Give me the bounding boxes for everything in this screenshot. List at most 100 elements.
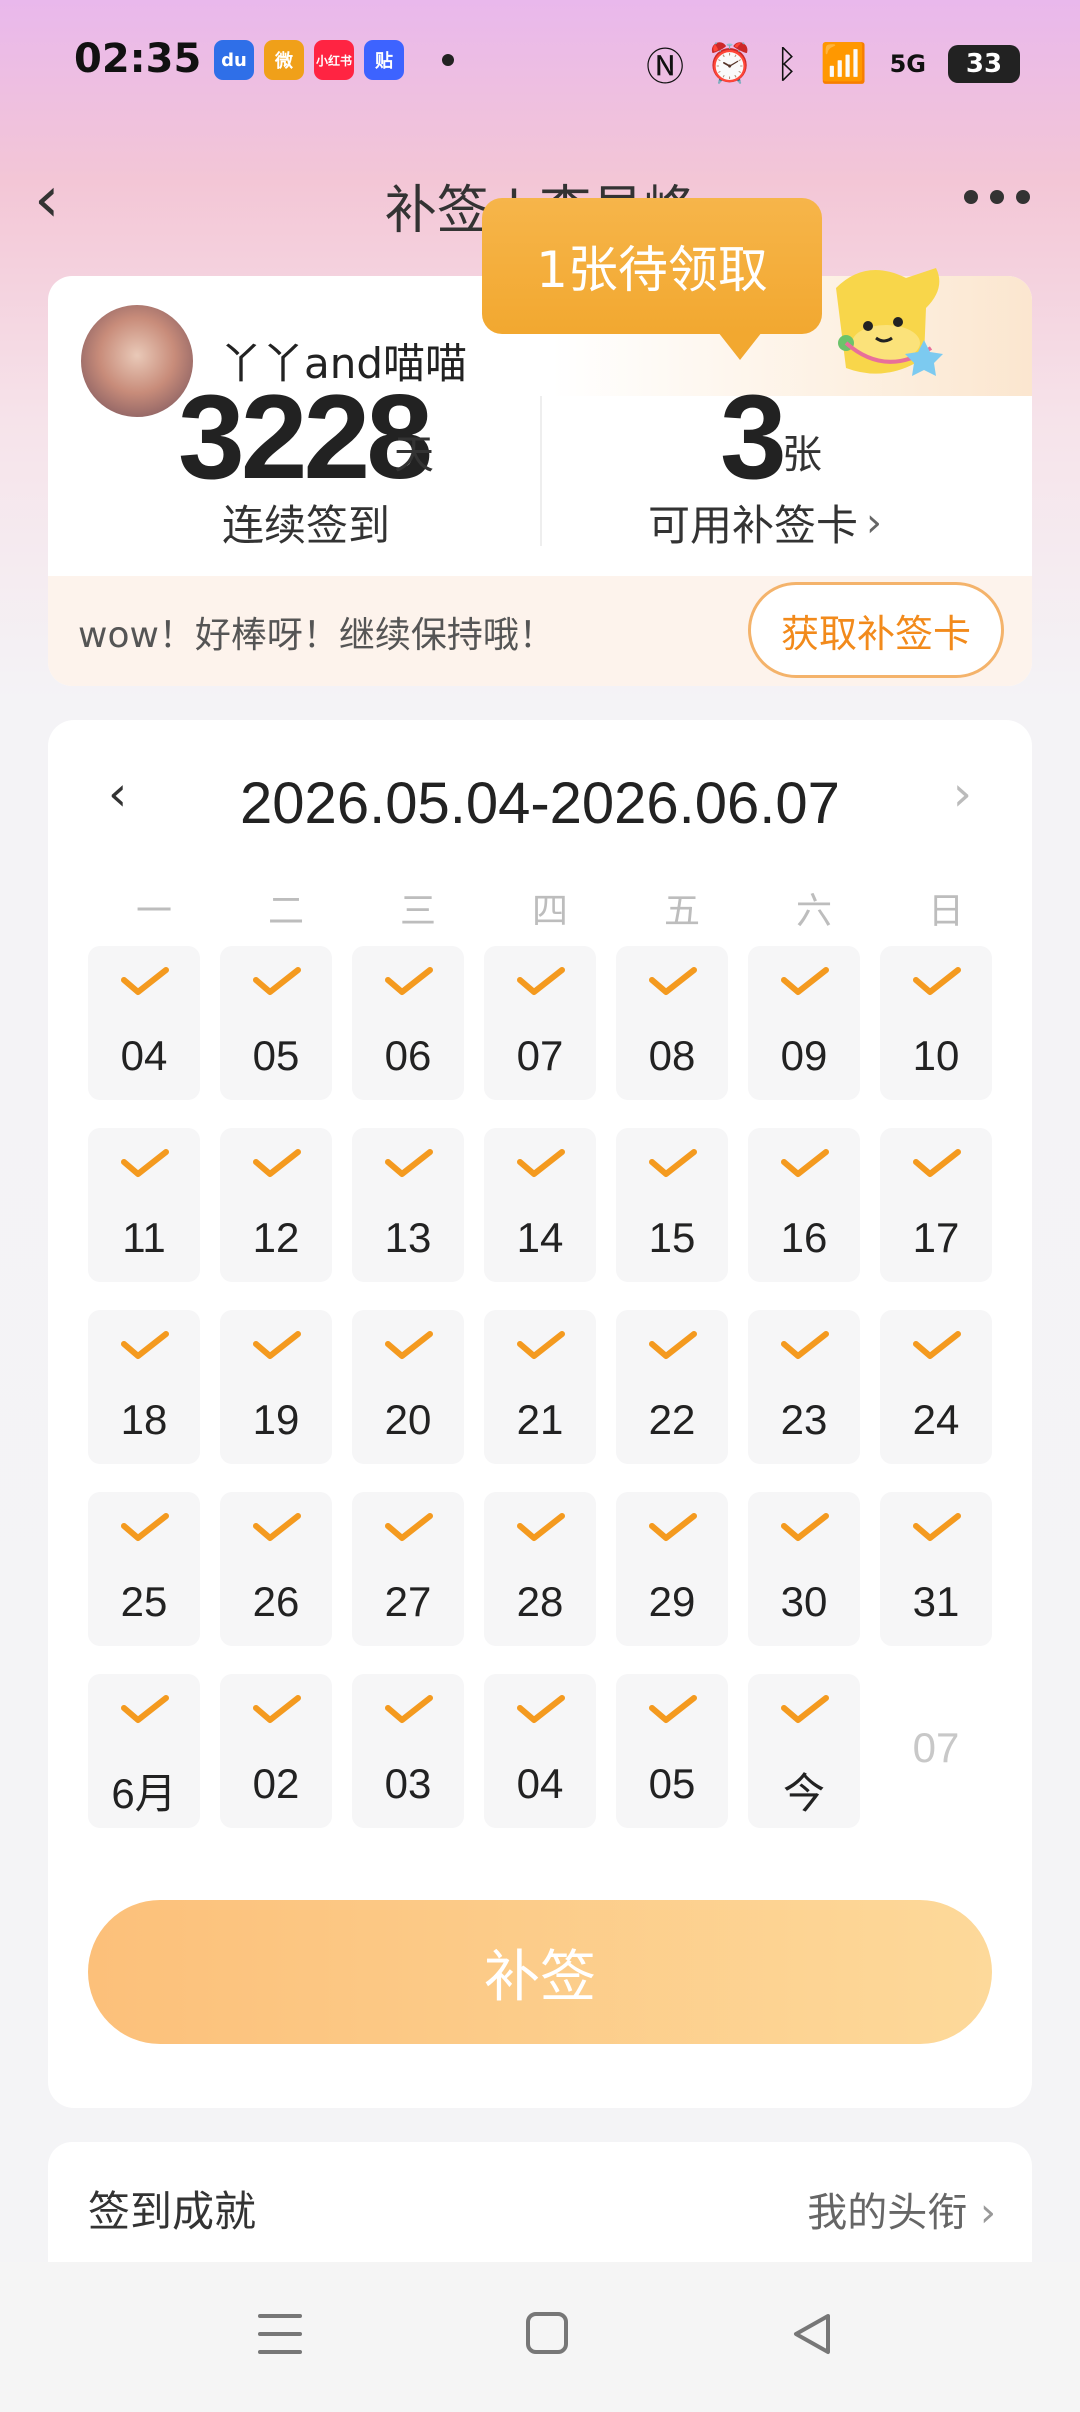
consecutive-days-value: 3228 [178,370,433,504]
checkmark-icon [121,1513,169,1541]
checkmark-icon [913,967,961,995]
calendar-day[interactable]: 21 [484,1310,596,1464]
nfc-icon: Ⓝ [646,45,685,89]
checkmark-icon [385,1695,433,1723]
checkmark-icon [781,1513,829,1541]
calendar-day-label: 27 [384,1578,432,1625]
next-period-arrow-icon[interactable]: › [953,766,972,822]
menu-icon[interactable] [258,2314,302,2354]
calendar-day[interactable]: 23 [748,1310,860,1464]
calendar-day-label: 31 [912,1578,960,1625]
calendar-day[interactable]: 04 [88,946,200,1100]
checkmark-icon [913,1331,961,1359]
makeup-sign-in-button[interactable]: 补签 [88,1900,992,2044]
calendar-day[interactable]: 25 [88,1492,200,1646]
calendar-day[interactable]: 30 [748,1492,860,1646]
calendar-day[interactable]: 03 [352,1674,464,1828]
calendar-day[interactable]: 04 [484,1674,596,1828]
calendar-day[interactable]: 29 [616,1492,728,1646]
calendar-day-label: 16 [780,1214,828,1261]
checkmark-icon [517,1331,565,1359]
calendar-day[interactable]: 19 [220,1310,332,1464]
calendar-day[interactable]: 15 [616,1128,728,1282]
calendar-day-label: 03 [384,1760,432,1807]
checkmark-icon [649,1513,697,1541]
calendar-day[interactable]: 05 [220,946,332,1100]
calendar-day[interactable]: 24 [880,1310,992,1464]
calendar-day[interactable]: 09 [748,946,860,1100]
checkmark-icon [649,967,697,995]
wifi-icon: 📶 [820,41,868,85]
calendar-day-label: 04 [516,1760,564,1807]
calendar-day-label: 09 [780,1032,828,1079]
divider [540,396,542,546]
calendar-day[interactable]: 20 [352,1310,464,1464]
weekday-label: 六 [795,891,832,932]
available-cards-link[interactable]: 可用补签卡 › [648,492,882,553]
calendar-day[interactable]: 18 [88,1310,200,1464]
calendar-day-label: 23 [780,1396,828,1443]
weekday-label: 日 [927,891,964,932]
calendar-day[interactable]: 06 [352,946,464,1100]
checkmark-icon [781,1695,829,1723]
calendar-day[interactable]: 02 [220,1674,332,1828]
tieba-icon: 贴 [364,40,404,80]
calendar-day[interactable]: 11 [88,1128,200,1282]
checkmark-icon [121,1695,169,1723]
status-time: 02:35 [74,36,202,82]
pending-card-bubble[interactable]: 1张待领取 [482,198,822,360]
calendar-day[interactable]: 08 [616,946,728,1100]
calendar-date-range: 2026.05.04-2026.06.07 [240,771,840,836]
get-makeup-card-button[interactable]: 获取补签卡 [748,582,1004,678]
calendar-day[interactable]: 16 [748,1128,860,1282]
calendar-day[interactable]: 31 [880,1492,992,1646]
system-icons: Ⓝ ⏰ ᛒ 📶 5G 33 [646,36,1020,91]
calendar-day-label: 21 [516,1396,564,1443]
available-cards-label: 可用补签卡 [648,501,859,550]
checkmark-icon [913,1513,961,1541]
calendar-day-label: 22 [648,1396,696,1443]
checkmark-icon [781,1149,829,1177]
checkmark-icon [385,1331,433,1359]
calendar-day[interactable]: 22 [616,1310,728,1464]
calendar-day[interactable]: 13 [352,1128,464,1282]
calendar-day[interactable]: 今 [748,1674,860,1828]
calendar-day[interactable]: 07 [880,1674,992,1828]
calendar-day-label: 04 [120,1032,168,1079]
system-nav-bar [0,2262,1080,2412]
weekday-header: 一 二 三 四 五 六 日 [88,882,1012,934]
checkmark-icon [517,1513,565,1541]
achievements-section[interactable]: 签到成就 我的头衔 › [48,2142,1032,2262]
calendar-day[interactable]: 28 [484,1492,596,1646]
calendar-day[interactable]: 10 [880,946,992,1100]
calendar-day-label: 13 [384,1214,432,1261]
checkmark-icon [517,967,565,995]
checkmark-icon [253,1513,301,1541]
chevron-right-icon: › [980,2190,996,2236]
my-titles-link[interactable]: 我的头衔 › [807,2180,996,2238]
checkmark-icon [385,967,433,995]
checkmark-icon [121,967,169,995]
checkmark-icon [121,1331,169,1359]
calendar-day[interactable]: 6月 [88,1674,200,1828]
xiaohongshu-icon: 小红书 [314,40,354,80]
notification-icons: du 微 小红书 贴 [214,40,454,80]
back-triangle-icon[interactable] [790,2312,834,2356]
promo-text: wow！好棒呀！继续保持哦！ [78,615,555,656]
calendar-day[interactable]: 17 [880,1128,992,1282]
calendar-day[interactable]: 26 [220,1492,332,1646]
calendar-day-label: 05 [648,1760,696,1807]
calendar-day-label: 29 [648,1578,696,1625]
calendar-day[interactable]: 27 [352,1492,464,1646]
calendar-day-label: 10 [912,1032,960,1079]
calendar-day[interactable]: 05 [616,1674,728,1828]
calendar-day-label: 28 [516,1578,564,1625]
home-icon[interactable] [526,2312,568,2354]
more-options-icon[interactable] [964,190,1030,204]
calendar-day-label: 15 [648,1214,696,1261]
calendar-day[interactable]: 12 [220,1128,332,1282]
calendar-day[interactable]: 07 [484,946,596,1100]
battery-icon: 33 [948,44,1020,83]
checkmark-icon [253,1331,301,1359]
calendar-day[interactable]: 14 [484,1128,596,1282]
